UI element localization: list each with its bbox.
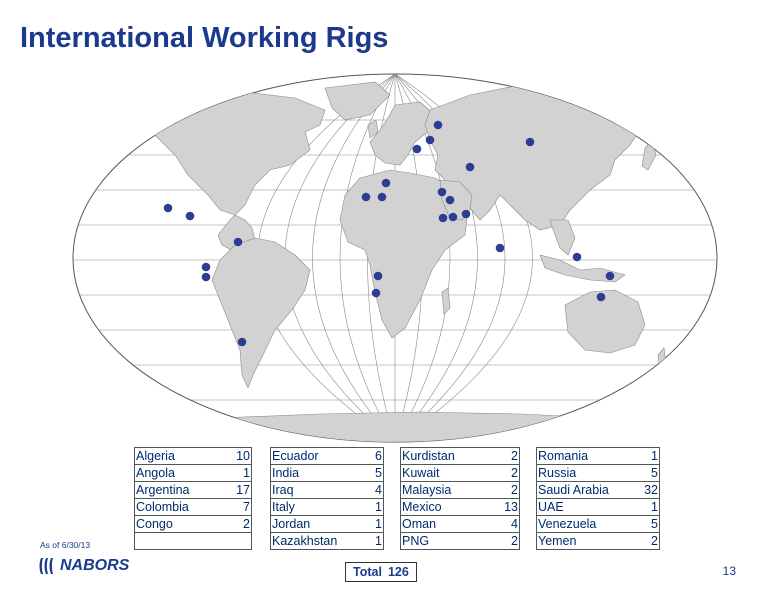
country-cell: Mexico [400,498,495,516]
rig-marker [381,178,391,188]
count-cell: 7 [227,498,252,516]
rig-marker [373,271,383,281]
country-cell: Jordan [270,515,361,533]
rig-marker [465,162,475,172]
country-cell: Kazakhstan [270,532,361,550]
rig-marker [448,212,458,222]
country-cell: Colombia [134,498,227,516]
rig-marker [201,272,211,282]
rig-marker [237,337,247,347]
country-cell: Congo [134,515,227,533]
total-box: Total 126 [345,562,417,582]
rig-marker [437,187,447,197]
count-cell: 1 [635,498,660,516]
rig-count-table-4: Romania 1 Russia 5 Saudi Arabia 32 UAE 1 Ven… [536,447,660,550]
rig-marker [525,137,535,147]
rig-marker [233,237,243,247]
rig-marker [371,288,381,298]
count-cell: 1 [361,498,384,516]
rig-marker [185,211,195,221]
country-cell: PNG [400,532,495,550]
rig-marker [596,292,606,302]
as-of-date: As of 6/30/13 [40,540,91,550]
rig-marker [445,195,455,205]
antarctica-landmass [108,411,691,442]
country-cell: Angola [134,464,227,482]
total-value: 126 [387,565,409,579]
world-map [72,73,718,443]
count-cell: 13 [495,498,520,516]
country-cell: Algeria [134,447,227,465]
country-cell: Argentina [134,481,227,499]
nabors-logo: NABORS [38,556,129,576]
count-cell: 2 [495,464,520,482]
count-cell: 6 [361,447,384,465]
country-cell: Venezuela [536,515,635,533]
country-cell: Malaysia [400,481,495,499]
count-cell: 4 [361,481,384,499]
rig-marker [377,192,387,202]
country-cell [134,532,227,550]
count-cell: 17 [227,481,252,499]
count-cell: 5 [635,464,660,482]
rig-marker [163,203,173,213]
logo-text: NABORS [60,557,130,574]
count-cell: 32 [635,481,660,499]
page-title: International Working Rigs [20,22,389,54]
count-cell: 2 [495,447,520,465]
count-cell: 2 [635,532,660,550]
country-cell: Oman [400,515,495,533]
rig-marker [361,192,371,202]
rig-count-table-3: Kurdistan 2 Kuwait 2 Malaysia 2 Mexico 13 Om… [400,447,520,550]
country-cell: Saudi Arabia [536,481,635,499]
count-cell: 1 [635,447,660,465]
country-cell: Yemen [536,532,635,550]
country-cell: Italy [270,498,361,516]
country-cell: Iraq [270,481,361,499]
count-cell: 4 [495,515,520,533]
count-cell: 5 [361,464,384,482]
country-cell: UAE [536,498,635,516]
count-cell [227,532,252,550]
nabors-logo-icon [39,558,53,574]
count-cell: 5 [635,515,660,533]
rig-marker [572,252,582,262]
total-label: Total [353,565,382,579]
country-cell: Kurdistan [400,447,495,465]
count-cell: 2 [495,532,520,550]
count-cell: 1 [361,515,384,533]
rig-count-table-2: Ecuador 6 India 5 Iraq 4 Italy 1 Jordan 1 Kaz… [270,447,384,550]
rig-marker [201,262,211,272]
country-cell: Russia [536,464,635,482]
rig-marker [438,213,448,223]
country-cell: India [270,464,361,482]
count-cell: 1 [361,532,384,550]
count-cell: 2 [227,515,252,533]
rig-marker [495,243,505,253]
page-number: 13 [722,564,736,578]
rig-marker [433,120,443,130]
count-cell: 1 [227,464,252,482]
rig-marker [412,144,422,154]
country-cell: Kuwait [400,464,495,482]
count-cell: 10 [227,447,252,465]
country-cell: Ecuador [270,447,361,465]
rig-marker [605,271,615,281]
rig-count-table-1: Algeria 10 Angola 1 Argentina 17 Colombia 7 … [134,447,252,550]
rig-marker [425,135,435,145]
rig-marker [461,209,471,219]
country-cell: Romania [536,447,635,465]
count-cell: 2 [495,481,520,499]
